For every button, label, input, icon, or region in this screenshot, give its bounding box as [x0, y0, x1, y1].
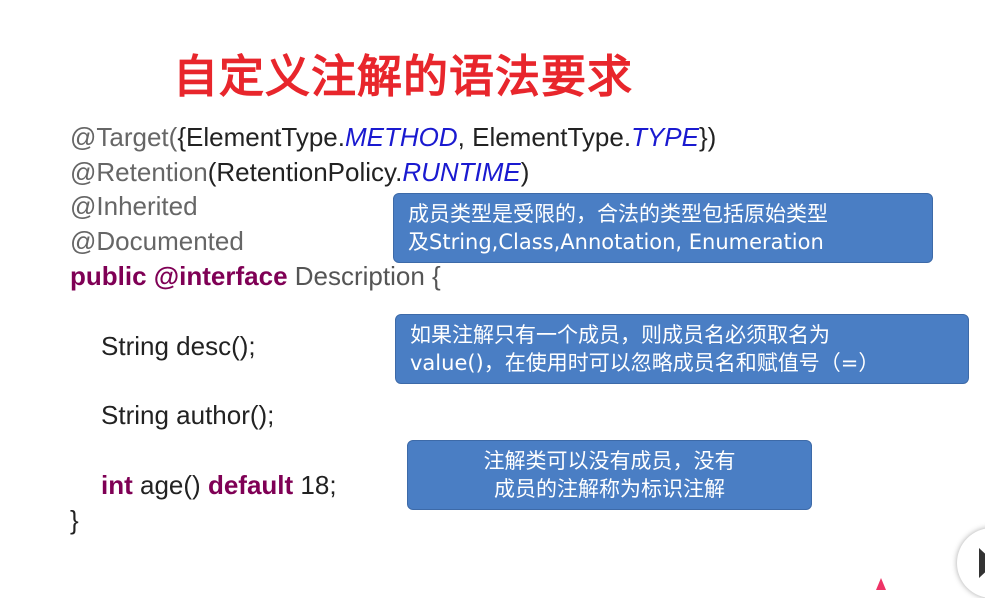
code-line-interface: public @interface Description {	[70, 259, 441, 293]
keyword-interface: @interface	[153, 261, 288, 291]
keyword-default: default	[207, 470, 294, 500]
callout-text: 成员类型是受限的，合法的类型包括原始类型	[408, 202, 828, 226]
slide-title: 自定义注解的语法要求	[173, 50, 634, 103]
enum-type: TYPE	[631, 122, 699, 152]
code-line-documented: @Documented	[70, 226, 244, 256]
play-icon	[979, 548, 985, 578]
annotation-target: @Target(	[70, 122, 178, 152]
code-line-inherited: @Inherited	[70, 191, 198, 221]
callout-text: 注解类可以没有成员，没有	[483, 449, 736, 473]
callout-text: 如果注解只有一个成员，则成员名必须取名为	[410, 323, 830, 347]
callout-text: 成员的注解称为标识注解	[494, 477, 725, 501]
annotation-retention: @Retention	[70, 157, 208, 187]
code-text: )	[520, 157, 530, 187]
callout-single-member: 如果注解只有一个成员，则成员名必须取名为 value()，在使用时可以忽略成员名…	[395, 314, 969, 384]
enum-method: METHOD	[344, 122, 458, 152]
code-line-retention: @Retention(RetentionPolicy.RUNTIME)	[70, 155, 529, 189]
code-text: {ElementType.	[177, 122, 345, 152]
code-line-close: }	[70, 505, 79, 535]
callout-marker-annotation: 注解类可以没有成员，没有 成员的注解称为标识注解	[407, 440, 812, 510]
code-line-desc: String desc();	[101, 331, 256, 361]
keyword-int: int	[101, 470, 133, 500]
code-line-author: String author();	[101, 400, 275, 430]
callout-text: 及String,Class,Annotation, Enumeration	[408, 230, 824, 254]
code-text: (RetentionPolicy.	[207, 157, 403, 187]
code-text: age()	[140, 470, 201, 500]
code-line-age: int age() default 18;	[101, 468, 337, 502]
keyword-public: public	[70, 261, 147, 291]
callout-member-types: 成员类型是受限的，合法的类型包括原始类型 及String,Class,Annot…	[393, 193, 933, 263]
interface-name: Description {	[294, 261, 441, 291]
pointer-icon	[876, 578, 886, 590]
enum-runtime: RUNTIME	[402, 157, 521, 187]
callout-text: value()，在使用时可以忽略成员名和赋值号（=）	[410, 351, 880, 375]
code-text: , ElementType.	[457, 122, 632, 152]
code-text: 18;	[300, 470, 337, 500]
code-text: })	[699, 122, 717, 152]
code-line-target: @Target({ElementType.METHOD, ElementType…	[70, 120, 716, 154]
